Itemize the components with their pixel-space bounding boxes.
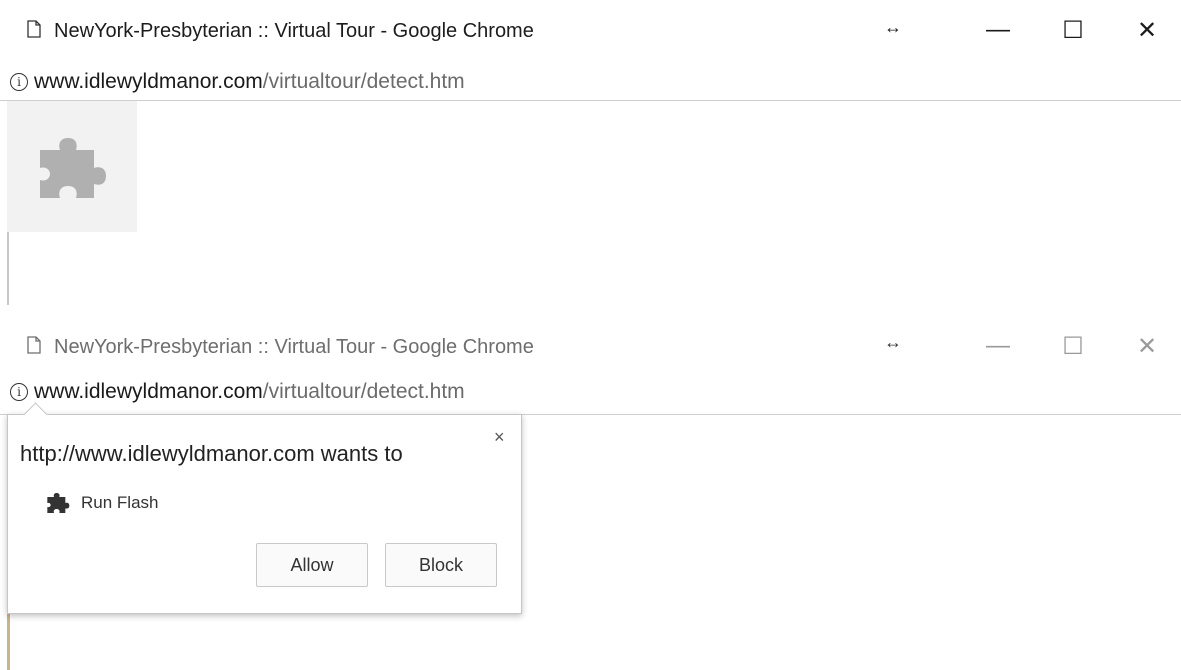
popup-heading: http://www.idlewyldmanor.com wants to <box>20 441 403 466</box>
url-host: www.idlewyldmanor.com <box>34 380 263 403</box>
puzzle-piece-icon <box>40 138 106 198</box>
info-icon[interactable]: i <box>10 383 28 401</box>
url-text[interactable]: www.idlewyldmanor.com/virtualtour/detect… <box>34 380 465 404</box>
permission-label: Run Flash <box>81 493 159 512</box>
minimize-button[interactable]: — <box>975 324 1021 368</box>
browser-window-top: NewYork-Presbyterian :: Virtual Tour - G… <box>0 0 1181 305</box>
title-bar: NewYork-Presbyterian :: Virtual Tour - G… <box>0 322 1181 370</box>
close-button[interactable]: ✕ <box>1124 324 1170 368</box>
url-host: www.idlewyldmanor.com <box>34 70 263 93</box>
popup-close-button[interactable]: × <box>494 427 505 448</box>
title-bar: NewYork-Presbyterian :: Virtual Tour - G… <box>0 0 1181 64</box>
page-icon <box>27 336 41 354</box>
address-bar[interactable]: i www.idlewyldmanor.com/virtualtour/dete… <box>0 64 1181 101</box>
block-button[interactable]: Block <box>385 543 497 587</box>
maximize-button[interactable]: ☐ <box>1050 324 1096 368</box>
minimize-button[interactable]: — <box>975 8 1021 52</box>
url-path: /virtualtour/detect.htm <box>262 70 465 93</box>
page-edge <box>7 232 9 305</box>
info-icon[interactable]: i <box>10 73 28 91</box>
screenshot-divider <box>0 305 1181 322</box>
maximize-button[interactable]: ☐ <box>1050 8 1096 52</box>
url-path: /virtualtour/detect.htm <box>262 380 465 403</box>
resize-cursor-icon: ↔ <box>884 332 902 352</box>
window-title: NewYork-Presbyterian :: Virtual Tour - G… <box>54 20 534 42</box>
close-button[interactable]: ✕ <box>1124 8 1170 52</box>
puzzle-piece-icon <box>46 492 70 519</box>
window-title: NewYork-Presbyterian :: Virtual Tour - G… <box>54 336 534 358</box>
allow-button[interactable]: Allow <box>256 543 368 587</box>
page-icon <box>27 20 41 38</box>
address-bar[interactable]: i www.idlewyldmanor.com/virtualtour/dete… <box>0 370 1181 415</box>
permission-popup: × http://www.idlewyldmanor.com wants to … <box>7 402 522 614</box>
plugin-placeholder[interactable] <box>7 101 137 232</box>
resize-cursor-icon: ↔ <box>884 17 902 37</box>
url-text[interactable]: www.idlewyldmanor.com/virtualtour/detect… <box>34 70 465 94</box>
browser-window-bottom: NewYork-Presbyterian :: Virtual Tour - G… <box>0 322 1181 670</box>
